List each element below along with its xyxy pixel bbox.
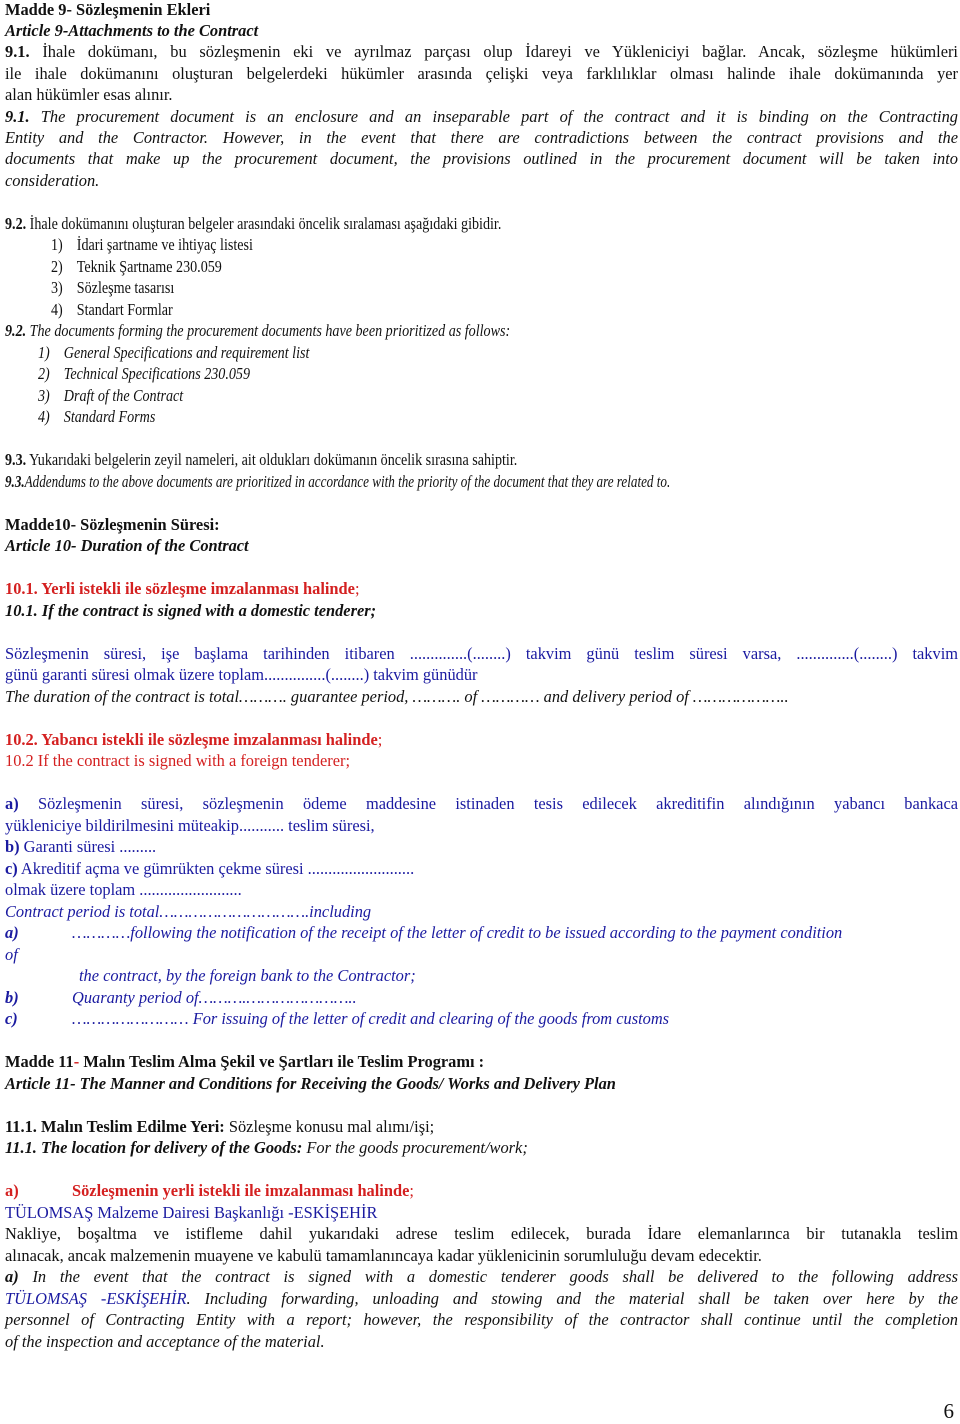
duration-text-en: The duration of the contract is total………… (5, 687, 789, 706)
section-11-1-tr: 11.1. Malın Teslim Edilme Yeri: Sözleşme… (5, 1117, 435, 1136)
section-10-1-heading-tr: 10.1. Yerli istekli ile sözleşme imzalan… (5, 579, 360, 598)
paragraph-9-1-tr-line: 9.1. İhale dokümanı, bu sözleşmenin eki … (5, 42, 958, 61)
section-10-2-heading-tr: 10.2. Yabancı istekli ile sözleşme imzal… (5, 730, 383, 749)
paragraph-9-1-en-line: Entity and the Contractor. However, in t… (5, 128, 958, 147)
foreign-item-a-tr: yükleniciye bildirilmesini müteakip.....… (5, 816, 375, 835)
delivery-text-en: personnel of Contracting Entity with a r… (5, 1310, 958, 1329)
article10-title-en: Article 10- Duration of the Contract (5, 536, 249, 555)
paragraph-9-2-en: 9.2. The documents forming the procureme… (5, 321, 511, 340)
paragraph-9-1-tr-line: ile ihale dokümanını oluşturan belgelerd… (5, 64, 958, 83)
paragraph-9-3-en: 9.3.Addendums to the above documents are… (5, 472, 671, 491)
article10-title-tr: Madde10- Sözleşmenin Süresi: (5, 515, 220, 534)
delivery-text-en: of the inspection and acceptance of the … (5, 1332, 325, 1351)
section-10-2-heading-en: 10.2 If the contract is signed with a fo… (5, 751, 350, 770)
paragraph-9-1-en-line: documents that make up the procurement d… (5, 149, 958, 168)
article11-title-en: Article 11- The Manner and Conditions fo… (5, 1074, 616, 1093)
delivery-text-tr: Nakliye, boşaltma ve istifleme dahil yuk… (5, 1224, 958, 1243)
duration-text-tr: günü garanti süresi olmak üzere toplam..… (5, 665, 478, 684)
foreign-item-b-en: b) Quaranty period of……….………………….. (5, 988, 357, 1007)
delivery-text-tr: alınacak, ancak malzemenin muayene ve ka… (5, 1246, 762, 1265)
section-10-1-heading-en: 10.1. If the contract is signed with a d… (5, 601, 377, 620)
article9-title-tr: Madde 9- Sözleşmenin Ekleri (5, 0, 211, 19)
article11-title-tr: Madde 11- Malın Teslim Alma Şekil ve Şar… (5, 1052, 485, 1071)
foreign-total-tr: olmak üzere toplam .....................… (5, 880, 242, 899)
paragraph-9-2-tr: 9.2. İhale dokümanını oluşturan belgeler… (5, 214, 502, 233)
list-item: 1) General Specifications and requirement… (38, 343, 310, 362)
list-item: 4) Standard Forms (38, 407, 156, 426)
list-item: 1) İdari şartname ve ihtiyaç listesi (51, 235, 253, 254)
foreign-item-c-en: c)…………………… For issuing of the letter of … (5, 1009, 670, 1028)
foreign-item-a-en: the contract, by the foreign bank to the… (79, 966, 416, 985)
foreign-item-a-en: a) …………following the notification of the … (5, 923, 843, 942)
section-11-1-en: 11.1. The location for delivery of the G… (5, 1138, 528, 1157)
section-11-1-a-heading: a) Sözleşmenin yerli istekli ile imzalanm… (5, 1181, 414, 1200)
page-number: 6 (943, 1399, 955, 1423)
delivery-text-en: TÜLOMSAŞ -ESKİŞEHİR. Including forwardin… (5, 1289, 958, 1308)
foreign-total-en: Contract period is total………………………….inclu… (5, 902, 372, 921)
paragraph-9-1-tr-line: alan hükümler esas alınır. (5, 85, 173, 104)
foreign-item-c-tr: c) Akreditif açma ve gümrükten çekme sür… (5, 859, 415, 878)
article9-title-en: Article 9-Attachments to the Contract (5, 21, 259, 40)
delivery-text-en: a) In the event that the contract is sig… (5, 1267, 958, 1286)
paragraph-9-1-en-line: 9.1. The procurement document is an encl… (5, 107, 958, 126)
foreign-item-a-en: of (5, 945, 18, 964)
paragraph-9-1-en-line: consideration. (5, 171, 100, 190)
paragraph-9-3-tr: 9.3. Yukarıdaki belgelerin zeyil nameler… (5, 450, 518, 469)
delivery-address: TÜLOMSAŞ Malzeme Dairesi Başkanlığı -ESK… (5, 1203, 378, 1222)
duration-text-tr: Sözleşmenin süresi, işe başlama tarihind… (5, 644, 958, 663)
foreign-item-b-tr: b) Garanti süresi ......... (5, 837, 157, 856)
foreign-item-a-tr: a) Sözleşmenin süresi, sözleşmenin ödeme… (5, 794, 958, 813)
list-item: 3) Draft of the Contract (38, 386, 184, 405)
list-item: 4) Standart Formlar (51, 300, 173, 319)
list-item: 2) Technical Specifications 230.059 (38, 364, 251, 383)
list-item: 3) Sözleşme tasarısı (51, 278, 175, 297)
list-item: 2) Teknik Şartname 230.059 (51, 257, 222, 276)
